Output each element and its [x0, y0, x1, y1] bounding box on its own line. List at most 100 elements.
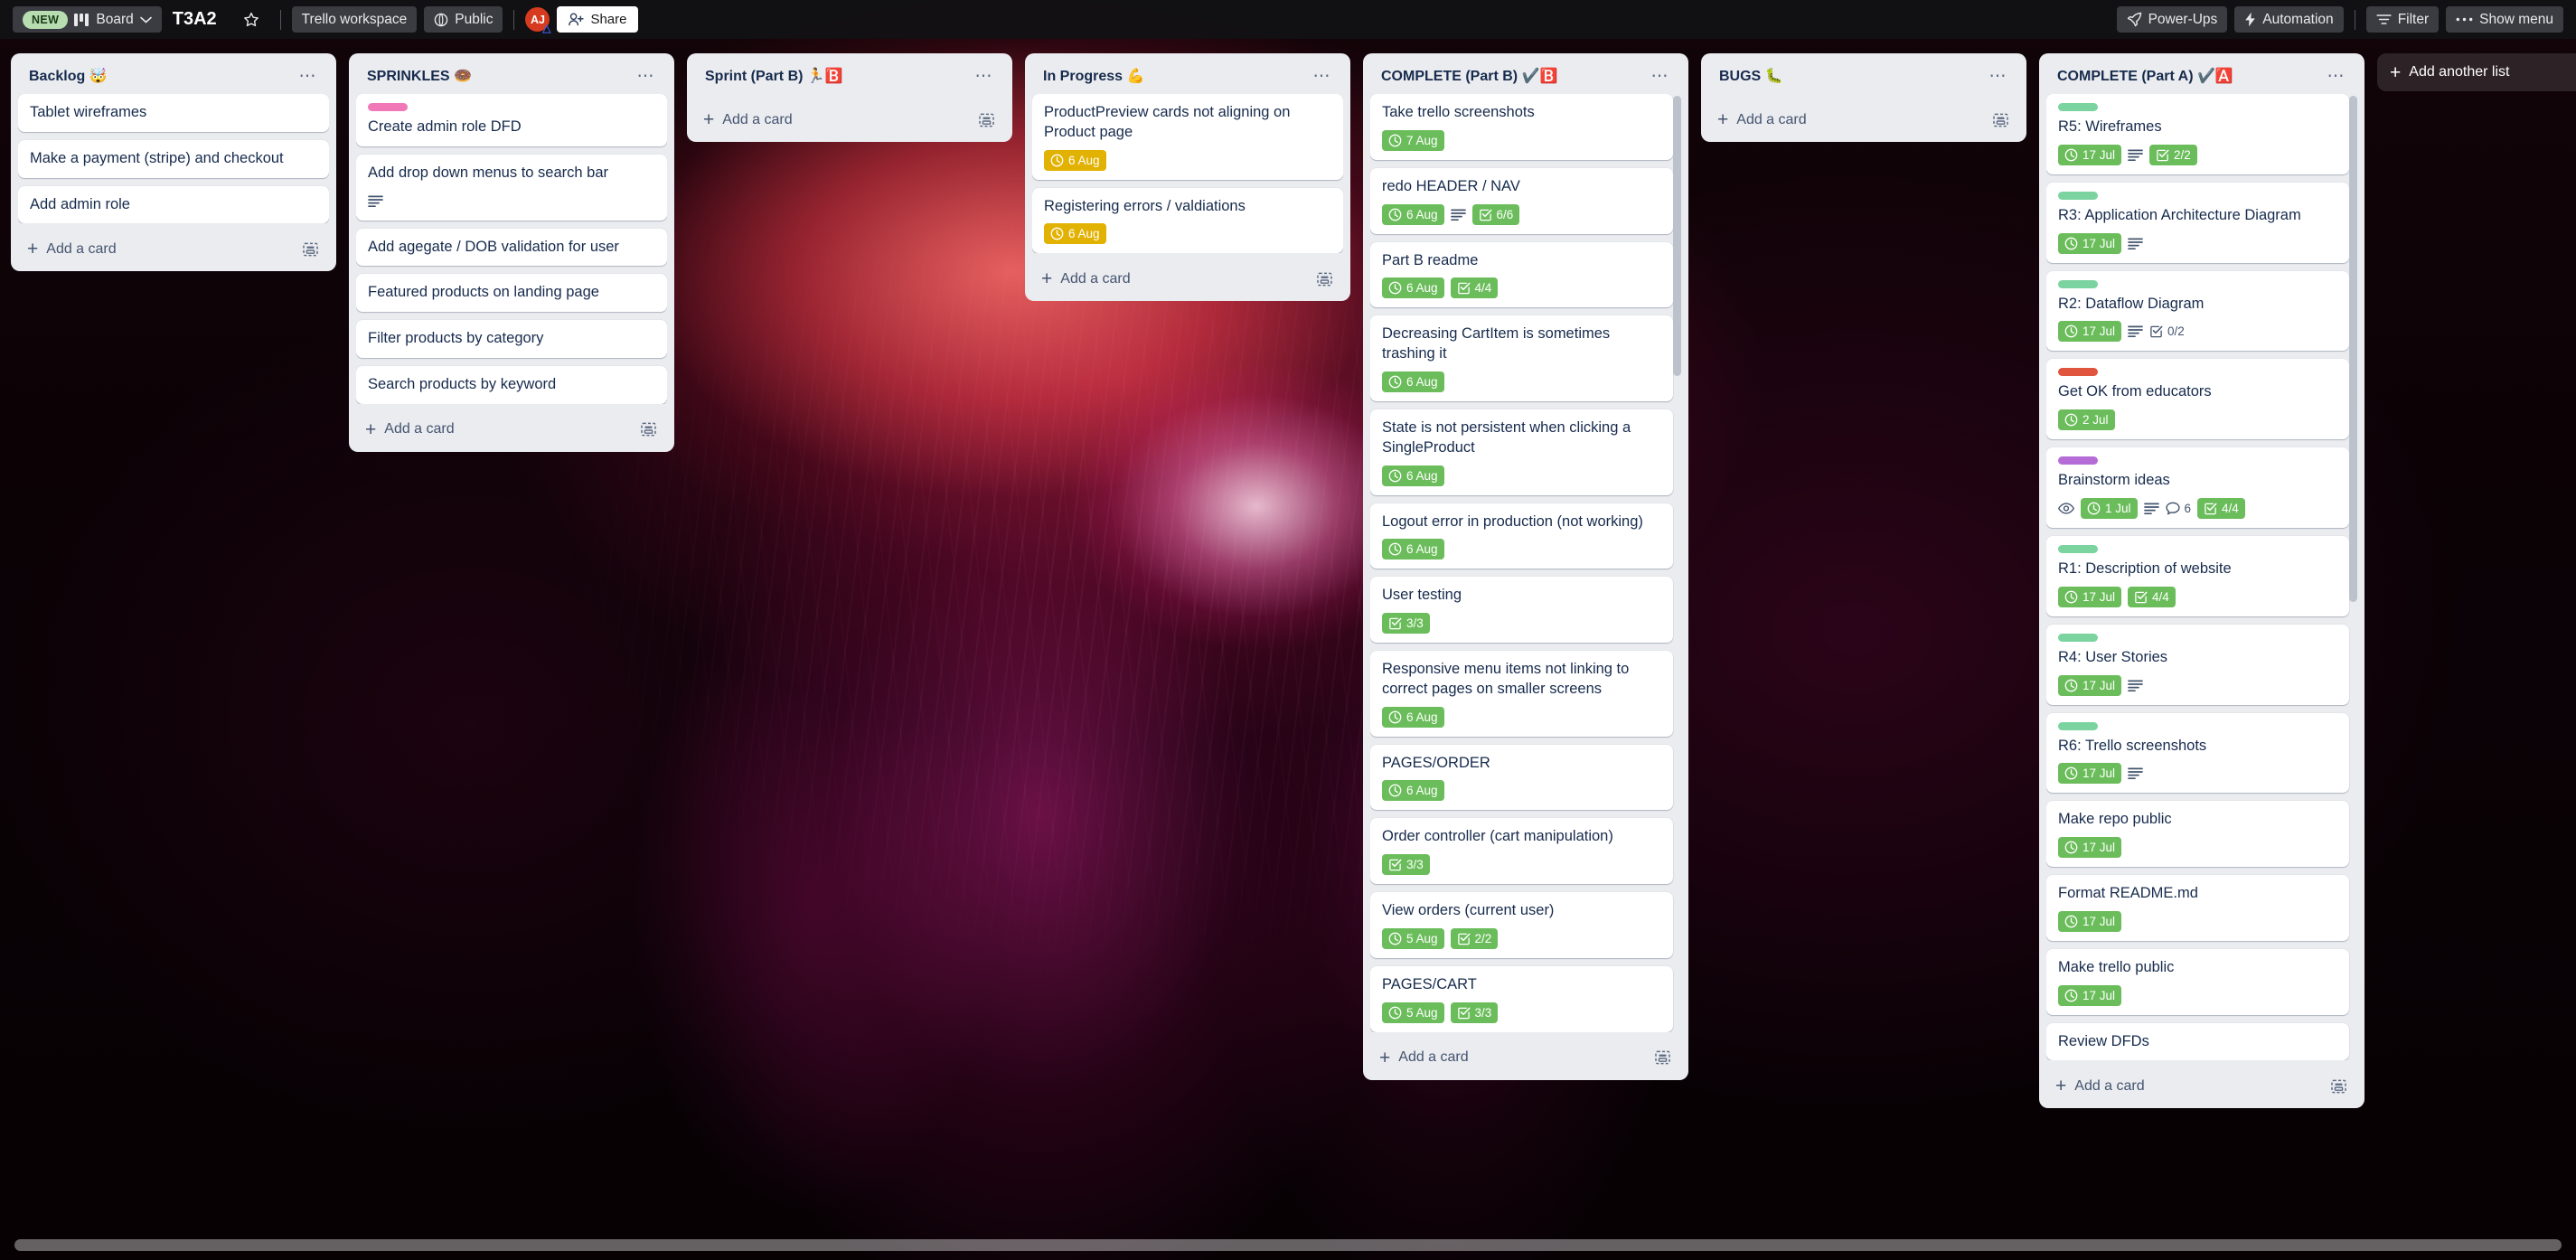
- card-label[interactable]: [2058, 634, 2098, 642]
- add-card-button[interactable]: +Add a card: [1370, 1038, 1681, 1075]
- board-horizontal-scrollbar[interactable]: [14, 1239, 2562, 1251]
- list-scrollbar[interactable]: [2349, 96, 2357, 602]
- add-card-button[interactable]: +Add a card: [1032, 259, 1343, 296]
- card-label[interactable]: [2058, 103, 2098, 111]
- card[interactable]: Take trello screenshots7 Aug: [1370, 94, 1673, 160]
- card[interactable]: Review DFDs: [2046, 1023, 2349, 1061]
- card-template-icon[interactable]: [1655, 1049, 1672, 1066]
- due-date-badge[interactable]: 6 Aug: [1044, 223, 1106, 244]
- card[interactable]: PAGES/ORDER6 Aug: [1370, 745, 1673, 811]
- due-date-badge[interactable]: 17 Jul: [2058, 985, 2121, 1006]
- card[interactable]: Part B readme6 Aug4/4: [1370, 242, 1673, 308]
- filter-button[interactable]: Filter: [2366, 6, 2439, 33]
- list-actions-button[interactable]: ⋯: [634, 72, 660, 81]
- list-title[interactable]: Backlog 🤯: [29, 68, 296, 85]
- list-title[interactable]: COMPLETE (Part B) ✔️🅱️: [1381, 68, 1648, 85]
- card[interactable]: R4: User Stories17 Jul: [2046, 625, 2349, 705]
- card[interactable]: State is not persistent when clicking a …: [1370, 409, 1673, 495]
- card[interactable]: Get OK from educators2 Jul: [2046, 359, 2349, 439]
- list-actions-button[interactable]: ⋯: [1648, 72, 1674, 81]
- automation-button[interactable]: Automation: [2234, 6, 2343, 33]
- card-template-icon[interactable]: [641, 421, 658, 437]
- due-date-badge[interactable]: 17 Jul: [2058, 587, 2121, 607]
- due-date-badge[interactable]: 6 Aug: [1382, 371, 1444, 392]
- list-title[interactable]: Sprint (Part B) 🏃🅱️: [705, 68, 972, 85]
- card[interactable]: R3: Application Architecture Diagram17 J…: [2046, 183, 2349, 263]
- card[interactable]: Responsive menu items not linking to cor…: [1370, 651, 1673, 737]
- card-label[interactable]: [2058, 545, 2098, 553]
- due-date-badge[interactable]: 7 Aug: [1382, 130, 1444, 151]
- add-card-button[interactable]: +Add a card: [2046, 1066, 2357, 1103]
- due-date-badge[interactable]: 17 Jul: [2058, 233, 2121, 254]
- add-card-button[interactable]: +Add a card: [356, 409, 667, 447]
- card[interactable]: Filter products by category: [356, 320, 667, 358]
- due-date-badge[interactable]: 6 Aug: [1382, 277, 1444, 298]
- card[interactable]: ProductPreview cards not aligning on Pro…: [1032, 94, 1343, 180]
- card[interactable]: Brainstorm ideas1 Jul64/4: [2046, 447, 2349, 528]
- list-actions-button[interactable]: ⋯: [972, 72, 998, 81]
- list-actions-button[interactable]: ⋯: [1986, 72, 2012, 81]
- due-date-badge[interactable]: 6 Aug: [1382, 204, 1444, 225]
- card-label[interactable]: [2058, 368, 2098, 376]
- due-date-badge[interactable]: 17 Jul: [2058, 145, 2121, 165]
- card-label[interactable]: [368, 103, 408, 111]
- due-date-badge[interactable]: 17 Jul: [2058, 675, 2121, 696]
- card-template-icon[interactable]: [303, 241, 320, 258]
- add-another-list-button[interactable]: +Add another list: [2377, 53, 2576, 91]
- add-card-button[interactable]: +Add a card: [694, 99, 1005, 136]
- list-title[interactable]: BUGS 🐛: [1719, 68, 1986, 85]
- card-template-icon[interactable]: [979, 112, 996, 128]
- list-title[interactable]: In Progress 💪: [1043, 68, 1310, 85]
- card[interactable]: Make repo public17 Jul: [2046, 801, 2349, 867]
- card[interactable]: Add drop down menus to search bar: [356, 155, 667, 221]
- show-menu-button[interactable]: Show menu: [2446, 6, 2563, 33]
- card[interactable]: Search products by keyword: [356, 366, 667, 404]
- due-date-badge[interactable]: 6 Aug: [1382, 780, 1444, 801]
- card-template-icon[interactable]: [2331, 1078, 2348, 1095]
- due-date-badge[interactable]: 17 Jul: [2058, 321, 2121, 342]
- list-title[interactable]: SPRINKLES 🍩: [367, 68, 634, 85]
- card-template-icon[interactable]: [1993, 112, 2010, 128]
- board-switcher-button[interactable]: NEW Board: [13, 6, 162, 33]
- card[interactable]: Order controller (cart manipulation)3/3: [1370, 818, 1673, 884]
- workspace-button[interactable]: Trello workspace: [292, 6, 418, 33]
- visibility-button[interactable]: Public: [424, 6, 503, 33]
- list-scrollbar[interactable]: [1673, 96, 1681, 376]
- star-board-button[interactable]: [233, 6, 269, 33]
- list-actions-button[interactable]: ⋯: [296, 72, 322, 81]
- due-date-badge[interactable]: 6 Aug: [1382, 539, 1444, 559]
- card[interactable]: User testing3/3: [1370, 577, 1673, 643]
- due-date-badge[interactable]: 1 Jul: [2081, 498, 2138, 519]
- card-label[interactable]: [2058, 280, 2098, 288]
- list-actions-button[interactable]: ⋯: [1310, 72, 1336, 81]
- due-date-badge[interactable]: 17 Jul: [2058, 763, 2121, 784]
- card[interactable]: R6: Trello screenshots17 Jul: [2046, 713, 2349, 794]
- due-date-badge[interactable]: 6 Aug: [1044, 150, 1106, 171]
- due-date-badge[interactable]: 2 Jul: [2058, 409, 2115, 430]
- card[interactable]: redo HEADER / NAV6 Aug6/6: [1370, 168, 1673, 234]
- card[interactable]: Make a payment (stripe) and checkout: [18, 140, 329, 178]
- card[interactable]: Featured products on landing page: [356, 274, 667, 312]
- card[interactable]: Decreasing CartItem is sometimes trashin…: [1370, 315, 1673, 401]
- share-button[interactable]: Share: [557, 6, 638, 33]
- card[interactable]: PAGES/CART5 Aug3/3: [1370, 966, 1673, 1032]
- add-card-button[interactable]: +Add a card: [1708, 99, 2019, 136]
- add-card-button[interactable]: +Add a card: [18, 229, 329, 266]
- card[interactable]: Add agegate / DOB validation for user: [356, 229, 667, 267]
- card[interactable]: Create admin role DFD: [356, 94, 667, 146]
- card[interactable]: Add admin role: [18, 186, 329, 224]
- due-date-badge[interactable]: 17 Jul: [2058, 911, 2121, 932]
- card-label[interactable]: [2058, 722, 2098, 730]
- card[interactable]: Make trello public17 Jul: [2046, 949, 2349, 1015]
- due-date-badge[interactable]: 5 Aug: [1382, 928, 1444, 949]
- card[interactable]: View orders (current user)5 Aug2/2: [1370, 892, 1673, 958]
- card[interactable]: R2: Dataflow Diagram17 Jul0/2: [2046, 271, 2349, 352]
- due-date-badge[interactable]: 6 Aug: [1382, 465, 1444, 486]
- avatar[interactable]: AJ △: [525, 7, 550, 32]
- due-date-badge[interactable]: 6 Aug: [1382, 707, 1444, 728]
- card[interactable]: Tablet wireframes: [18, 94, 329, 132]
- card[interactable]: Logout error in production (not working)…: [1370, 503, 1673, 569]
- card[interactable]: Format README.md17 Jul: [2046, 875, 2349, 941]
- card[interactable]: R1: Description of website17 Jul4/4: [2046, 536, 2349, 616]
- card-label[interactable]: [2058, 192, 2098, 200]
